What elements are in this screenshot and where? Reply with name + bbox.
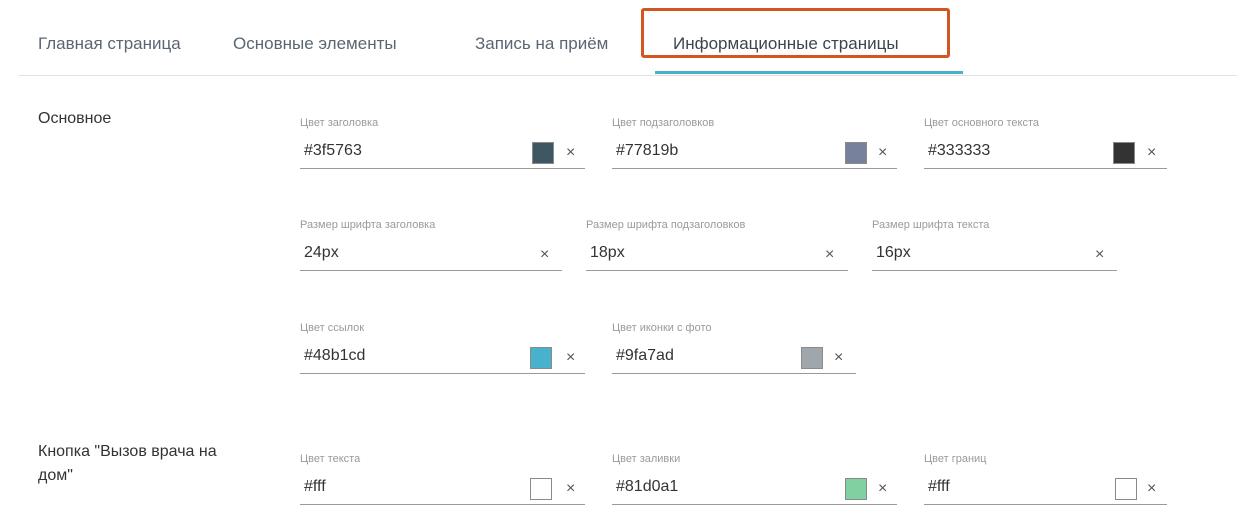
button-text-color-input[interactable] [304, 478, 504, 496]
text-size-label: Размер шрифта текста [872, 219, 990, 231]
text-color-label: Цвет основного текста [924, 117, 1039, 129]
button-text-color-swatch[interactable] [530, 478, 552, 500]
photo-icon-color-field: Цвет иконки с фото × [612, 322, 856, 378]
title-size-underline [300, 270, 562, 271]
button-border-color-swatch[interactable] [1115, 478, 1137, 500]
button-fill-color-input[interactable] [616, 478, 816, 496]
title-size-label: Размер шрифта заголовка [300, 219, 436, 231]
text-color-input[interactable] [928, 142, 1128, 160]
text-color-swatch[interactable] [1113, 142, 1135, 164]
link-color-swatch[interactable] [530, 347, 552, 369]
photo-icon-color-label: Цвет иконки с фото [612, 322, 712, 334]
title-size-clear-icon[interactable]: × [540, 247, 549, 263]
photo-icon-color-input[interactable] [616, 347, 816, 365]
button-fill-color-field: Цвет заливки × [612, 453, 897, 509]
button-border-color-input[interactable] [928, 478, 1128, 496]
button-text-color-label: Цвет текста [300, 453, 361, 465]
subtitle-color-clear-icon[interactable]: × [878, 145, 887, 161]
button-text-color-field: Цвет текста × [300, 453, 585, 509]
title-color-input[interactable] [304, 142, 504, 160]
link-color-clear-icon[interactable]: × [566, 350, 575, 366]
link-color-field: Цвет ссылок × [300, 322, 585, 378]
button-text-color-underline [300, 504, 585, 505]
tab-main-elements[interactable]: Основные элементы [233, 34, 397, 54]
text-size-underline [872, 270, 1117, 271]
button-fill-color-label: Цвет заливки [612, 453, 681, 465]
text-color-field: Цвет основного текста × [924, 117, 1167, 173]
button-fill-color-clear-icon[interactable]: × [878, 481, 887, 497]
photo-icon-color-swatch[interactable] [801, 347, 823, 369]
button-text-color-clear-icon[interactable]: × [566, 481, 575, 497]
text-size-field: Размер шрифта текста × [872, 219, 1117, 275]
subtitle-size-label: Размер шрифта подзаголовков [586, 219, 746, 231]
title-color-label: Цвет заголовка [300, 117, 379, 129]
text-size-input[interactable] [876, 244, 1076, 262]
button-fill-color-underline [612, 504, 897, 505]
active-tab-indicator [655, 71, 963, 74]
title-color-swatch[interactable] [532, 142, 554, 164]
subtitle-size-field: Размер шрифта подзаголовков × [586, 219, 848, 275]
link-color-label: Цвет ссылок [300, 322, 365, 334]
subtitle-size-input[interactable] [590, 244, 790, 262]
title-color-field: Цвет заголовка × [300, 117, 585, 173]
section-label-doctor-button: Кнопка "Вызов врача на дом" [38, 443, 217, 484]
tab-appointment[interactable]: Запись на приём [475, 34, 608, 54]
text-size-clear-icon[interactable]: × [1095, 247, 1104, 263]
section-label-main: Основное [38, 110, 112, 127]
text-color-underline [924, 168, 1167, 169]
subtitle-color-field: Цвет подзаголовков × [612, 117, 897, 173]
link-color-underline [300, 373, 585, 374]
subtitle-color-swatch[interactable] [845, 142, 867, 164]
subtitle-size-clear-icon[interactable]: × [825, 247, 834, 263]
button-border-color-field: Цвет границ × [924, 453, 1167, 509]
photo-icon-color-clear-icon[interactable]: × [834, 350, 843, 366]
title-color-clear-icon[interactable]: × [566, 145, 575, 161]
subtitle-color-label: Цвет подзаголовков [612, 117, 715, 129]
button-border-color-clear-icon[interactable]: × [1147, 481, 1156, 497]
title-size-field: Размер шрифта заголовка × [300, 219, 562, 275]
title-color-underline [300, 168, 585, 169]
text-color-clear-icon[interactable]: × [1147, 145, 1156, 161]
tab-home-page[interactable]: Главная страница [38, 34, 181, 54]
subtitle-color-input[interactable] [616, 142, 816, 160]
button-border-color-underline [924, 504, 1167, 505]
subtitle-size-underline [586, 270, 848, 271]
subtitle-color-underline [612, 168, 897, 169]
photo-icon-color-underline [612, 373, 856, 374]
button-border-color-label: Цвет границ [924, 453, 987, 465]
tab-bar: Главная страница Основные элементы Запис… [18, 0, 1237, 76]
button-fill-color-swatch[interactable] [845, 478, 867, 500]
tab-highlight-frame [641, 8, 950, 58]
title-size-input[interactable] [304, 244, 504, 262]
link-color-input[interactable] [304, 347, 504, 365]
